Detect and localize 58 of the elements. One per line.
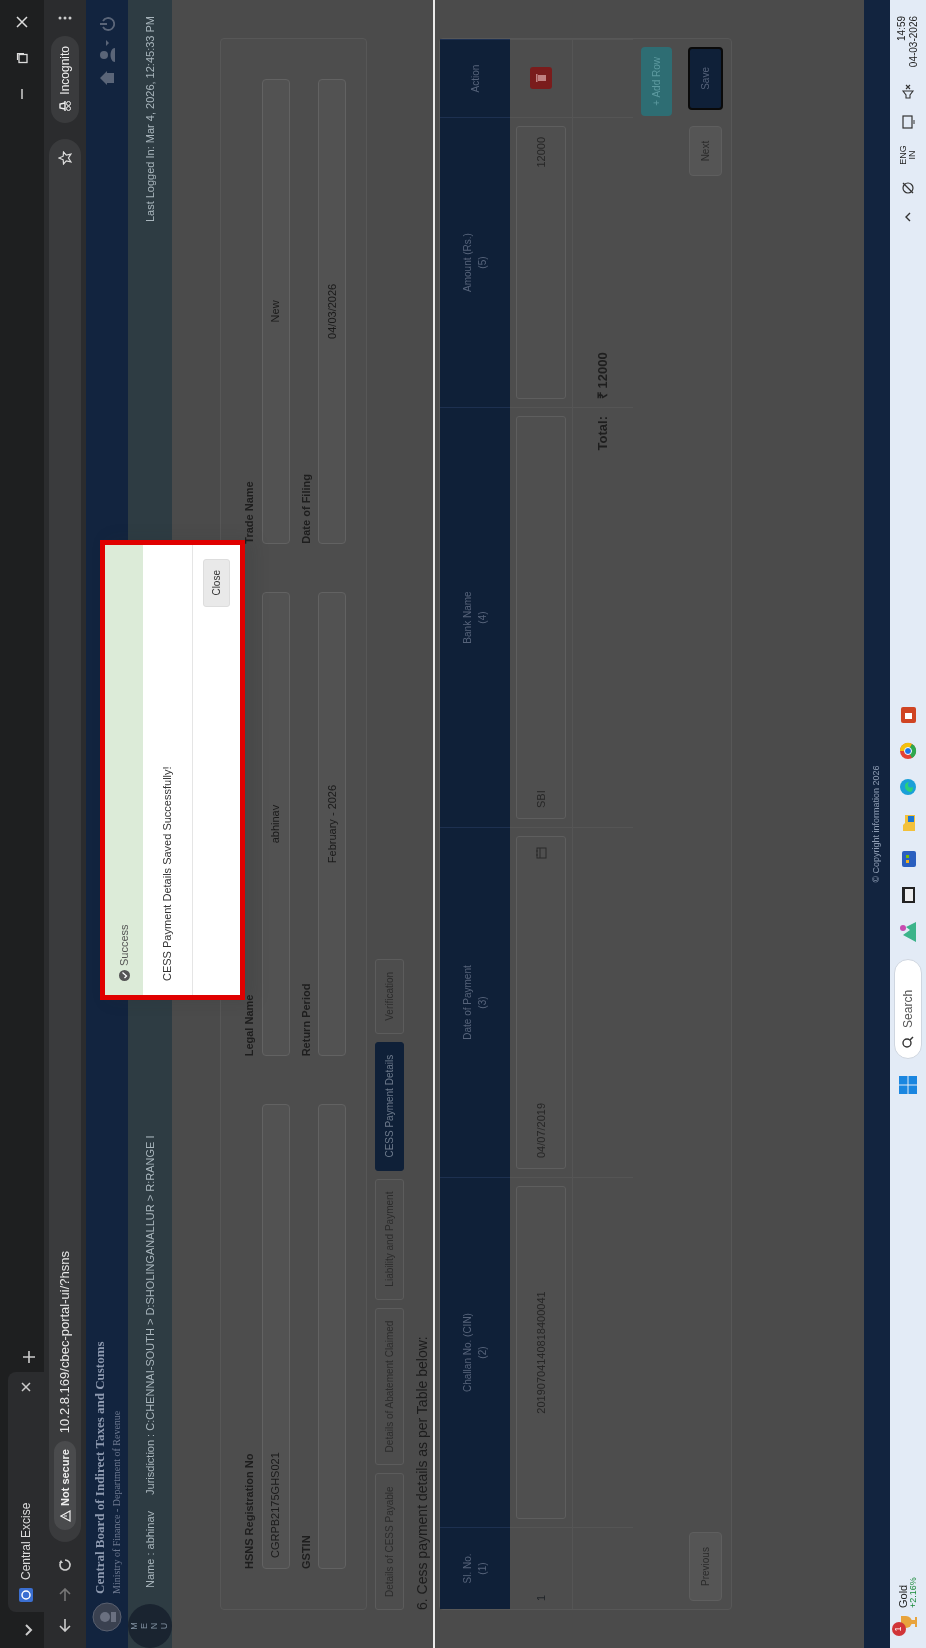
address-bar[interactable]: Not secure 10.2.8.169/cbec-portal-ui/?hsns <box>49 138 81 1542</box>
dialog-title: Success <box>116 924 131 966</box>
presentation-icon[interactable] <box>898 704 918 725</box>
speaker-muted-icon[interactable] <box>901 83 915 100</box>
warning-icon <box>59 1510 71 1522</box>
home-icon[interactable] <box>99 70 115 86</box>
column-header: Sl. No. (1) <box>440 1527 510 1609</box>
trash-icon <box>536 74 546 83</box>
column-header: Amount (Rs.) (5) <box>440 117 510 407</box>
windows-start-icon[interactable] <box>898 1074 918 1095</box>
menu-button[interactable]: MENU <box>128 1604 172 1648</box>
input-field[interactable]: New <box>261 79 290 544</box>
save-button[interactable]: Save <box>688 47 723 110</box>
emblem-icon <box>92 1602 122 1632</box>
close-icon[interactable] <box>21 1382 31 1392</box>
no-signal-icon[interactable] <box>901 180 915 195</box>
globe-icon <box>19 1588 33 1602</box>
clock[interactable]: 14:59 04-03-2026 <box>895 16 921 68</box>
power-icon[interactable] <box>99 16 115 32</box>
star-icon[interactable] <box>58 150 72 165</box>
input-field[interactable]: CGRPB2175GHS021 <box>261 1104 290 1569</box>
security-chip[interactable]: Not secure <box>53 1441 77 1530</box>
column-header: Bank Name (4) <box>440 407 510 827</box>
column-header: Action <box>440 39 510 117</box>
widget-title: Gold <box>898 1583 909 1608</box>
monitor-icon[interactable] <box>901 115 915 130</box>
language-indicator[interactable]: ENG IN <box>899 145 917 165</box>
restore-icon[interactable] <box>16 52 28 64</box>
last-login-text: Last Logged In: Mar 4, 2026, 12:45:33 PM <box>142 16 157 223</box>
column-header: Challan No. (CIN) (2) <box>440 1177 510 1527</box>
search-icon <box>902 1035 914 1048</box>
widget-change: +2.16% <box>909 1577 918 1608</box>
notification-badge: 1 <box>892 1622 906 1636</box>
site-title: Central Board of Indirect Taxes and Customs <box>90 1341 108 1594</box>
incognito-chip[interactable]: Incognito <box>51 36 79 123</box>
site-subtitle: Ministry of Finance - Department of Revenue <box>110 1409 124 1594</box>
copyright-text: © Copyright information 2026 <box>870 765 883 883</box>
user-name: Name : abhinav <box>142 1510 157 1588</box>
reload-icon[interactable] <box>58 1558 72 1572</box>
more-dots-icon[interactable] <box>57 16 73 20</box>
forward-arrow-icon[interactable] <box>58 1588 72 1602</box>
browser-tab[interactable]: Central Excise <box>8 1372 44 1612</box>
close-icon[interactable] <box>16 16 28 28</box>
search-field[interactable]: Search <box>894 958 922 1059</box>
calendar-icon <box>535 847 547 859</box>
ring-logo-icon[interactable] <box>898 740 918 761</box>
user-icon[interactable] <box>99 40 115 62</box>
tab[interactable]: CESS Payment Details <box>375 1041 404 1171</box>
back-arrow-icon[interactable] <box>58 1618 72 1632</box>
mountain-icon[interactable] <box>898 920 918 943</box>
column-header: Date of Payment (3) <box>440 827 510 1177</box>
dialog-message: CESS Payment Details Saved Successfully! <box>161 766 173 981</box>
check-circle-icon <box>118 970 130 981</box>
close-button[interactable]: Close <box>202 559 230 607</box>
delete-button[interactable] <box>530 67 552 90</box>
input-field[interactable]: 04/03/2026 <box>318 79 346 544</box>
jurisdiction-text: Jurisdiction : C:CHENNAI-SOUTH > D:SHOLINGANALLUR > R:RANGE I <box>142 1135 157 1495</box>
input-field[interactable]: abhinav <box>261 591 290 1057</box>
